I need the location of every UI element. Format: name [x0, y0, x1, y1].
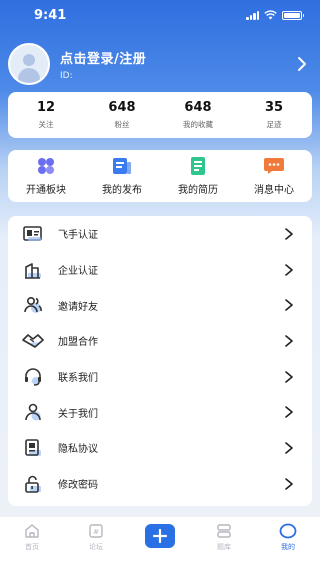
quick-my-posts[interactable]: 我的发布: [84, 156, 160, 196]
handshake-icon: [22, 330, 44, 352]
tab-label: 论坛: [89, 543, 103, 551]
invite-friends-icon: [22, 294, 44, 316]
headset-icon: [22, 366, 44, 388]
signal-icon: [246, 10, 259, 20]
plus-icon[interactable]: [145, 524, 175, 548]
quick-label: 我的发布: [102, 185, 142, 196]
post-icon: [111, 156, 133, 176]
quick-my-resume[interactable]: 我的简历: [160, 156, 236, 196]
stat-label: 我的收藏: [183, 120, 213, 129]
quick-label: 消息中心: [254, 185, 294, 196]
menu-label: 邀请好友: [58, 301, 98, 313]
stat-label: 粉丝: [114, 120, 130, 129]
user-id: ID:: [60, 70, 73, 81]
chevron-right-icon: [285, 335, 293, 347]
menu-label: 加盟合作: [58, 337, 98, 349]
status-bar: 9:41: [0, 0, 320, 30]
quick-message-center[interactable]: 消息中心: [236, 156, 312, 196]
chevron-right-icon: [285, 442, 293, 454]
tab-publish[interactable]: [128, 517, 192, 568]
lock-icon: [22, 473, 44, 495]
stat-value: 648: [184, 100, 212, 115]
stats-card: 12 关注 648 粉丝 648 我的收藏 35 足迹: [8, 92, 312, 138]
profile-text: 点击登录/注册 ID:: [60, 48, 292, 81]
forum-icon: #: [87, 522, 105, 540]
settings-menu: 飞手认证 企业认证 邀请好友 加盟合作 联系我们 关于我们 隐私协议 修改密码: [8, 216, 312, 506]
tab-label: 题库: [217, 543, 231, 551]
grid-icon: [35, 156, 57, 176]
menu-label: 企业认证: [58, 266, 98, 278]
menu-enterprise-certification[interactable]: 企业认证: [22, 252, 294, 288]
battery-icon: [282, 10, 304, 20]
question-bank-icon: [215, 522, 233, 540]
menu-invite-friends[interactable]: 邀请好友: [22, 287, 294, 323]
stat-fans[interactable]: 648 粉丝: [84, 100, 160, 130]
resume-icon: [187, 156, 209, 176]
chevron-right-icon: [285, 263, 293, 276]
bottom-tab-bar: 首页 # 论坛 题库 我的: [0, 516, 320, 568]
menu-label: 隐私协议: [58, 444, 98, 456]
quick-label: 我的简历: [178, 185, 218, 196]
tab-forum[interactable]: # 论坛: [64, 517, 128, 568]
profile-tab-icon: [279, 522, 297, 540]
menu-contact-us[interactable]: 联系我们: [22, 359, 294, 395]
tab-label: 首页: [25, 543, 39, 551]
tab-mine[interactable]: 我的: [256, 517, 320, 568]
quick-actions: 开通板块 我的发布 我的简历 消息中心: [8, 150, 312, 202]
menu-label: 关于我们: [58, 408, 98, 420]
menu-label: 飞手认证: [58, 230, 98, 242]
menu-franchise-cooperation[interactable]: 加盟合作: [22, 323, 294, 359]
chevron-right-icon: [285, 370, 293, 383]
stat-value: 12: [36, 100, 56, 115]
tab-question-bank[interactable]: 题库: [192, 517, 256, 568]
quick-open-section[interactable]: 开通板块: [8, 156, 84, 196]
stat-favorites[interactable]: 648 我的收藏: [160, 100, 236, 130]
chevron-right-icon: [285, 406, 293, 419]
message-icon: [263, 156, 285, 176]
menu-privacy-policy[interactable]: 隐私协议: [22, 430, 294, 466]
chevron-right-icon: [285, 228, 293, 240]
home-icon: [23, 522, 41, 540]
avatar[interactable]: [8, 43, 50, 85]
status-time: 9:41: [34, 7, 67, 23]
id-card-icon: [22, 223, 44, 245]
tab-label: 我的: [281, 543, 295, 551]
menu-change-password[interactable]: 修改密码: [22, 466, 294, 502]
menu-label: 修改密码: [58, 480, 98, 492]
chevron-right-icon: [285, 477, 293, 490]
menu-about-us[interactable]: 关于我们: [22, 394, 294, 430]
about-user-icon: [22, 401, 44, 423]
stat-following[interactable]: 12 关注: [8, 100, 84, 130]
building-icon: [22, 259, 44, 281]
chevron-right-icon[interactable]: [292, 54, 312, 74]
stat-footprints[interactable]: 35 足迹: [236, 100, 312, 130]
stat-value: 35: [264, 100, 284, 115]
chevron-right-icon: [285, 299, 293, 312]
wifi-icon: [264, 10, 277, 20]
privacy-doc-icon: [22, 437, 44, 459]
stat-value: 648: [108, 100, 136, 115]
login-register-link[interactable]: 点击登录/注册: [60, 48, 292, 67]
status-icons: [246, 10, 304, 20]
quick-label: 开通板块: [26, 185, 66, 196]
profile-header[interactable]: 点击登录/注册 ID:: [8, 43, 312, 85]
menu-pilot-certification[interactable]: 飞手认证: [22, 216, 294, 252]
svg-text:#: #: [93, 528, 99, 536]
stat-label: 关注: [38, 120, 54, 129]
tab-home[interactable]: 首页: [0, 517, 64, 568]
stat-label: 足迹: [266, 120, 282, 129]
menu-label: 联系我们: [58, 373, 98, 385]
